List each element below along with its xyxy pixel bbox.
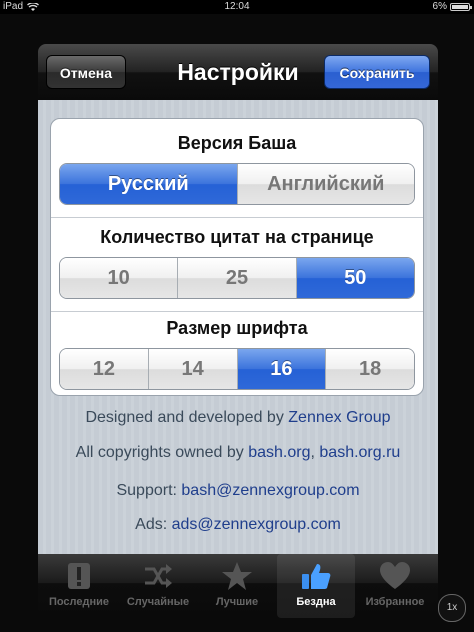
- settings-content: Версия Баша Русский Английский Количеств…: [38, 100, 438, 554]
- quotes-per-page-segmented-control: 10 25 50: [59, 257, 415, 299]
- quotes-option-50[interactable]: 50: [295, 258, 414, 298]
- credits-ads-text: Ads:: [135, 516, 168, 533]
- quotes-option-25[interactable]: 25: [177, 258, 296, 298]
- ads-email-link[interactable]: ads@zennexgroup.com: [172, 516, 341, 533]
- exclamation-icon: [68, 563, 90, 589]
- tab-latest[interactable]: Последние: [40, 554, 118, 618]
- quotes-option-10[interactable]: 10: [60, 258, 178, 298]
- tab-abyss-label: Бездна: [296, 596, 336, 608]
- version-option-russian[interactable]: Русский: [60, 164, 237, 204]
- tab-random-label: Случайные: [126, 596, 190, 608]
- bash-org-link[interactable]: bash.org: [248, 444, 310, 461]
- tab-favorites-label: Избранное: [365, 596, 425, 608]
- tab-latest-label: Последние: [48, 596, 110, 608]
- support-email-link[interactable]: bash@zennexgroup.com: [181, 482, 359, 499]
- credits-copyright-text: All copyrights owned by: [75, 444, 244, 461]
- cancel-button[interactable]: Отмена: [46, 55, 126, 89]
- credits-designed: Designed and developed by Zennex Group: [38, 409, 438, 427]
- status-time: 12:04: [224, 1, 250, 12]
- star-icon: [222, 562, 252, 590]
- credits-separator: ,: [310, 444, 315, 461]
- font-size-segmented-control: 12 14 16 18: [59, 348, 415, 390]
- font-size-option-16[interactable]: 16: [236, 349, 326, 389]
- tab-best-label: Лучшие: [215, 596, 259, 608]
- battery-percent: 6%: [432, 1, 447, 12]
- version-title: Версия Баша: [177, 133, 297, 153]
- zennex-link[interactable]: Zennex Group: [288, 409, 390, 426]
- settings-card: Версия Баша Русский Английский Количеств…: [50, 118, 424, 396]
- zoom-button[interactable]: 1x: [438, 594, 466, 622]
- save-button[interactable]: Сохранить: [324, 55, 430, 89]
- tab-best[interactable]: Лучшие: [198, 554, 276, 618]
- status-right: 6%: [432, 0, 472, 14]
- font-size-option-14[interactable]: 14: [147, 349, 237, 389]
- thumbs-up-icon: [302, 564, 331, 589]
- tab-favorites[interactable]: Избранное: [356, 554, 434, 618]
- battery-icon: [450, 3, 472, 11]
- version-option-english[interactable]: Английский: [236, 164, 414, 204]
- tab-random[interactable]: Случайные: [119, 554, 197, 618]
- credits-support: Support: bash@zennexgroup.com: [38, 482, 438, 500]
- bash-org-ru-link[interactable]: bash.org.ru: [319, 444, 400, 461]
- font-size-option-12[interactable]: 12: [60, 349, 148, 389]
- tab-abyss[interactable]: Бездна: [277, 554, 355, 618]
- navigation-bar: Настройки Отмена Сохранить: [38, 44, 438, 101]
- font-size-title: Размер шрифта: [166, 318, 308, 338]
- divider: [51, 217, 423, 218]
- shuffle-icon: [145, 564, 172, 588]
- status-bar: iPad 12:04 6%: [0, 0, 474, 14]
- credits-copyright: All copyrights owned by bash.org, bash.o…: [38, 444, 438, 462]
- credits-support-text: Support:: [116, 482, 177, 499]
- heart-icon: [380, 562, 410, 589]
- quotes-per-page-title: Количество цитат на странице: [100, 227, 374, 247]
- tab-bar: Последние Случайные Лучшие Бездна Избран…: [38, 554, 438, 618]
- divider: [51, 311, 423, 312]
- version-segmented-control: Русский Английский: [59, 163, 415, 205]
- font-size-option-18[interactable]: 18: [325, 349, 414, 389]
- credits-ads: Ads: ads@zennexgroup.com: [38, 516, 438, 534]
- credits-designed-text: Designed and developed by: [85, 409, 284, 426]
